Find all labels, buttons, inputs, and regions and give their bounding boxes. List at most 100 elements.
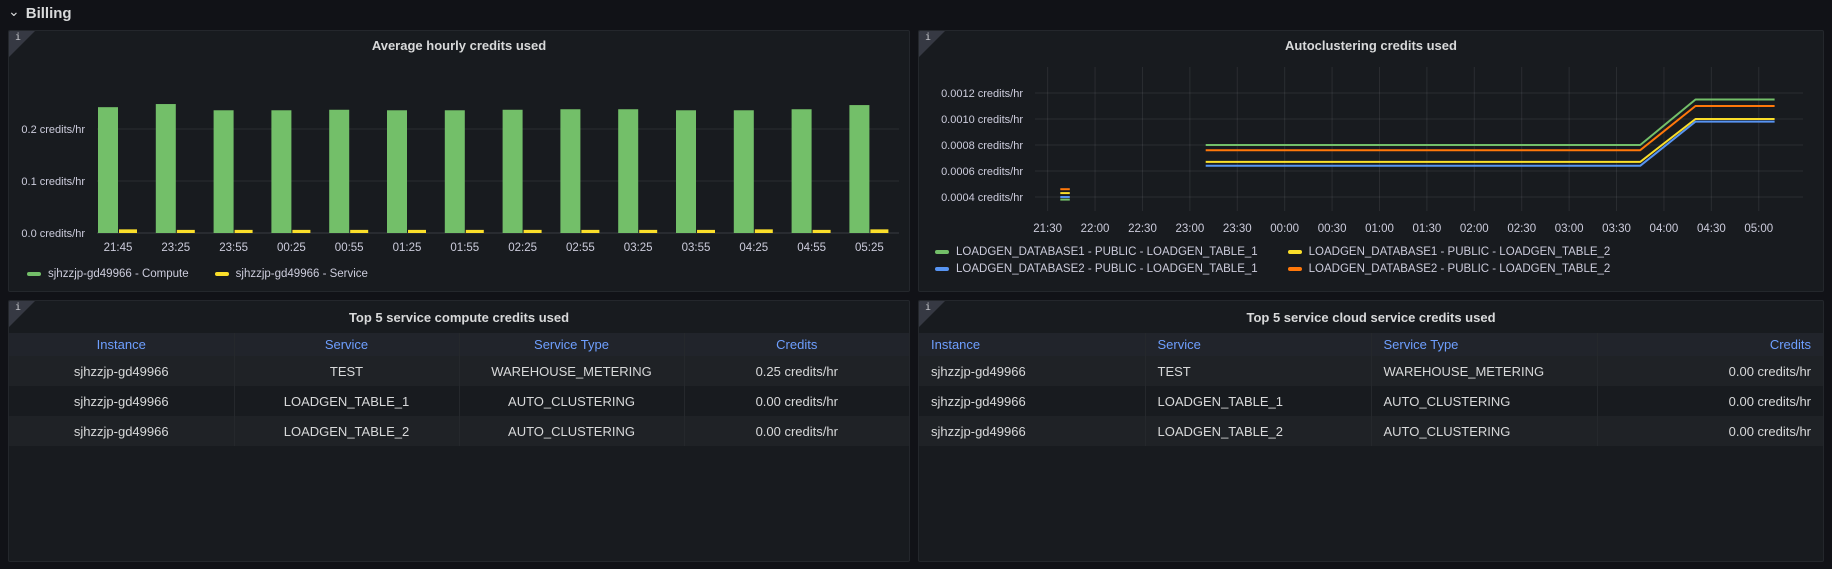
x-axis-label: 04:55	[797, 242, 826, 254]
column-header-service[interactable]: Service	[234, 333, 459, 356]
column-header-service-type[interactable]: Service Type	[459, 333, 684, 356]
bar-compute[interactable]	[156, 104, 176, 233]
table-row: sjhzzjp-gd49966LOADGEN_TABLE_1AUTO_CLUST…	[9, 386, 909, 416]
bar-service[interactable]	[639, 230, 657, 233]
bar-service[interactable]	[292, 230, 310, 233]
table-cell: WAREHOUSE_METERING	[1371, 356, 1597, 386]
bar-service[interactable]	[350, 230, 368, 233]
table-cell: AUTO_CLUSTERING	[459, 386, 684, 416]
y-axis-label: 0.0012 credits/hr	[941, 88, 1023, 100]
panel-title[interactable]: Average hourly credits used	[372, 38, 546, 53]
bar-service[interactable]	[755, 229, 773, 233]
legend-swatch-icon	[1288, 267, 1302, 271]
legend-item[interactable]: LOADGEN_DATABASE2 - PUBLIC - LOADGEN_TAB…	[935, 263, 1258, 275]
bar-chart[interactable]: 0.0 credits/hr0.1 credits/hr0.2 credits/…	[9, 59, 903, 257]
bar-service[interactable]	[524, 230, 542, 233]
panel-title[interactable]: Autoclustering credits used	[1285, 38, 1457, 53]
column-header-instance[interactable]: Instance	[9, 333, 234, 356]
x-axis-label: 04:25	[739, 242, 768, 254]
y-axis-label: 0.2 credits/hr	[21, 124, 85, 136]
x-axis-label: 22:30	[1128, 223, 1157, 235]
legend-item[interactable]: LOADGEN_DATABASE2 - PUBLIC - LOADGEN_TAB…	[1288, 263, 1611, 275]
bar-compute[interactable]	[560, 109, 580, 233]
legend-item[interactable]: LOADGEN_DATABASE1 - PUBLIC - LOADGEN_TAB…	[1288, 246, 1611, 258]
bar-service[interactable]	[697, 230, 715, 233]
bar-service[interactable]	[581, 230, 599, 233]
table-cell: 0.00 credits/hr	[1597, 356, 1823, 386]
x-axis-label: 23:25	[161, 242, 190, 254]
column-header-service[interactable]: Service	[1145, 333, 1371, 356]
bar-service[interactable]	[177, 230, 195, 233]
cloud-service-credits-table: InstanceServiceService TypeCredits sjhzz…	[919, 333, 1823, 446]
bar-compute[interactable]	[503, 110, 523, 233]
y-axis-label: 0.0006 credits/hr	[941, 166, 1023, 178]
panel-average-hourly-credits: i Average hourly credits used 0.0 credit…	[8, 30, 910, 292]
bar-compute[interactable]	[329, 110, 349, 233]
bar-service[interactable]	[870, 229, 888, 233]
table-cell: TEST	[1145, 356, 1371, 386]
x-axis-label: 01:25	[393, 242, 422, 254]
legend-label: LOADGEN_DATABASE2 - PUBLIC - LOADGEN_TAB…	[956, 263, 1258, 275]
bar-compute[interactable]	[676, 110, 696, 233]
dashboard: ⌄ Billing i Average hourly credits used …	[0, 0, 1832, 569]
panel-header: Top 5 service cloud service credits used	[919, 301, 1823, 333]
x-axis-label: 00:30	[1318, 223, 1347, 235]
panel-autoclustering-credits: i Autoclustering credits used 21:3022:00…	[918, 30, 1824, 292]
line-series[interactable]	[1206, 106, 1775, 150]
table-cell: 0.00 credits/hr	[1597, 416, 1823, 446]
bar-service[interactable]	[408, 230, 426, 233]
x-axis-label: 05:00	[1744, 223, 1773, 235]
bar-service[interactable]	[235, 230, 253, 233]
bar-service[interactable]	[813, 230, 831, 233]
legend-item[interactable]: sjhzzjp-gd49966 - Compute	[27, 268, 189, 280]
x-axis-label: 01:55	[450, 242, 479, 254]
legend-item[interactable]: LOADGEN_DATABASE1 - PUBLIC - LOADGEN_TAB…	[935, 246, 1258, 258]
x-axis-label: 03:25	[624, 242, 653, 254]
legend-label: sjhzzjp-gd49966 - Service	[236, 268, 368, 280]
legend-item[interactable]: sjhzzjp-gd49966 - Service	[215, 268, 368, 280]
table-row: sjhzzjp-gd49966LOADGEN_TABLE_2AUTO_CLUST…	[919, 416, 1823, 446]
table-cell: sjhzzjp-gd49966	[919, 356, 1145, 386]
billing-row-toggle[interactable]: ⌄ Billing	[8, 2, 72, 24]
bar-compute[interactable]	[387, 110, 407, 233]
bar-compute[interactable]	[445, 110, 465, 233]
x-axis-label: 02:30	[1507, 223, 1536, 235]
column-header-service-type[interactable]: Service Type	[1371, 333, 1597, 356]
x-axis-label: 22:00	[1081, 223, 1110, 235]
x-axis-label: 02:00	[1460, 223, 1489, 235]
column-header-instance[interactable]: Instance	[919, 333, 1145, 356]
line-chart[interactable]: 21:3022:0022:3023:0023:3000:0000:3001:00…	[919, 59, 1817, 239]
column-header-credits[interactable]: Credits	[684, 333, 909, 356]
bar-service[interactable]	[466, 230, 484, 233]
panel-title[interactable]: Top 5 service compute credits used	[349, 310, 569, 325]
billing-row-title: Billing	[26, 5, 72, 22]
x-axis-label: 00:25	[277, 242, 306, 254]
bar-compute[interactable]	[734, 110, 754, 233]
column-header-credits[interactable]: Credits	[1597, 333, 1823, 356]
legend-swatch-icon	[1288, 250, 1302, 254]
table-cell: LOADGEN_TABLE_2	[1145, 416, 1371, 446]
x-axis-label: 23:55	[219, 242, 248, 254]
bar-compute[interactable]	[792, 109, 812, 233]
x-axis-label: 23:00	[1175, 223, 1204, 235]
panel-top5-compute-credits: i Top 5 service compute credits used Ins…	[8, 300, 910, 562]
x-axis-label: 01:30	[1413, 223, 1442, 235]
table-cell: sjhzzjp-gd49966	[919, 386, 1145, 416]
bar-compute[interactable]	[849, 105, 869, 233]
table-cell: sjhzzjp-gd49966	[919, 416, 1145, 446]
bar-compute[interactable]	[271, 110, 291, 233]
panel-header: Top 5 service compute credits used	[9, 301, 909, 333]
bar-compute[interactable]	[98, 107, 118, 233]
x-axis-label: 00:55	[335, 242, 364, 254]
line-series[interactable]	[1206, 100, 1775, 146]
panel-title[interactable]: Top 5 service cloud service credits used	[1246, 310, 1495, 325]
bar-compute[interactable]	[214, 110, 234, 233]
table-row: sjhzzjp-gd49966TESTWAREHOUSE_METERING0.2…	[9, 356, 909, 386]
x-axis-label: 03:30	[1602, 223, 1631, 235]
x-axis-label: 01:00	[1365, 223, 1394, 235]
table-row: sjhzzjp-gd49966LOADGEN_TABLE_2AUTO_CLUST…	[9, 416, 909, 446]
table-cell: TEST	[234, 356, 459, 386]
bar-service[interactable]	[119, 229, 137, 233]
line-series[interactable]	[1206, 122, 1775, 166]
bar-compute[interactable]	[618, 109, 638, 233]
